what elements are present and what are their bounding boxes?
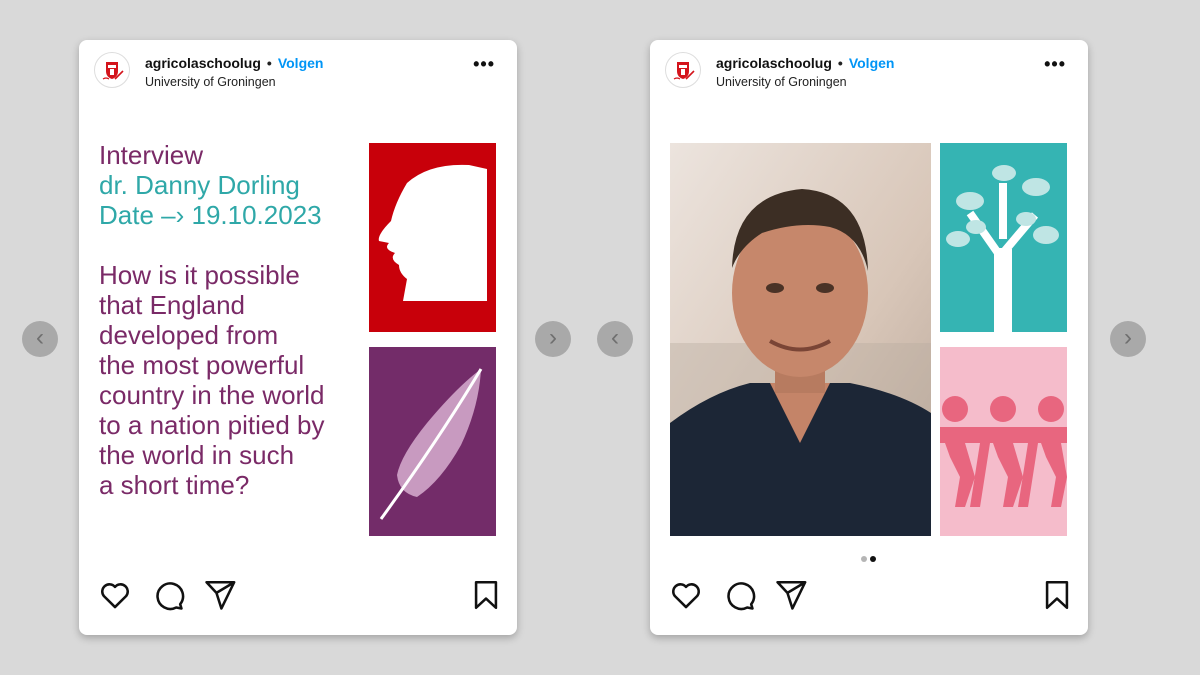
username-row: agricolaschoolug • Volgen [716, 55, 894, 71]
question-line: a short time? [99, 470, 250, 500]
username[interactable]: agricolaschoolug [145, 55, 261, 71]
question-line: the world in such [99, 440, 295, 470]
carousel-dot-active [870, 556, 876, 562]
question-line: to a nation pitied by [99, 410, 325, 440]
interview-date: Date –› 19.10.2023 [99, 200, 322, 230]
heart-icon[interactable] [669, 578, 703, 612]
carousel-dot [861, 556, 867, 562]
username[interactable]: agricolaschoolug [716, 55, 832, 71]
comment-icon[interactable] [151, 578, 185, 612]
avatar[interactable] [665, 52, 701, 88]
location-subtitle[interactable]: University of Groningen [716, 75, 847, 89]
question-line: that England [99, 290, 246, 320]
more-options-icon[interactable]: ••• [1044, 54, 1066, 75]
separator-dot: • [837, 55, 843, 71]
question-line: How is it possible [99, 260, 300, 290]
prev-arrow-right-carousel[interactable]: ‹ [597, 321, 633, 357]
post-card-2: agricolaschoolug • Volgen University of Gr… [650, 40, 1088, 635]
post-header: agricolaschoolug • Volgen University of Gr… [650, 40, 1088, 100]
avatar[interactable] [94, 52, 130, 88]
university-crest-icon [673, 62, 695, 80]
post-actions [650, 578, 1088, 614]
feather-quill-icon [379, 368, 483, 520]
heart-icon[interactable] [98, 578, 132, 612]
location-subtitle[interactable]: University of Groningen [145, 75, 276, 89]
more-options-icon[interactable]: ••• [473, 54, 495, 75]
question-line: the most powerful [99, 350, 305, 380]
question-line: developed from [99, 320, 279, 350]
post-actions [79, 578, 517, 614]
university-crest-icon [102, 62, 124, 80]
next-arrow-right-carousel[interactable]: › [1110, 321, 1146, 357]
prev-arrow-left-carousel[interactable]: ‹ [22, 321, 58, 357]
follow-button[interactable]: Volgen [278, 55, 324, 71]
username-row: agricolaschoolug • Volgen [145, 55, 323, 71]
bookmark-icon[interactable] [1040, 578, 1074, 612]
profile-silhouette-icon [378, 164, 487, 301]
profile-silhouette-tile [369, 143, 496, 332]
bookmark-icon[interactable] [469, 578, 503, 612]
interview-heading: Interview [99, 140, 204, 170]
carousel-indicator [861, 549, 879, 567]
follow-button[interactable]: Volgen [849, 55, 895, 71]
comment-icon[interactable] [722, 578, 756, 612]
guest-name: dr. Danny Dorling [99, 170, 300, 200]
separator-dot: • [266, 55, 272, 71]
paper-people-icon [940, 396, 1067, 507]
share-icon[interactable] [203, 578, 237, 612]
post-header: agricolaschoolug • Volgen University of Gr… [79, 40, 517, 100]
tree-icon [946, 165, 1059, 332]
feather-tile [369, 347, 496, 536]
question-line: country in the world [99, 380, 325, 410]
portrait-photo [670, 143, 931, 536]
tree-tile [940, 143, 1067, 332]
next-arrow-left-carousel[interactable]: › [535, 321, 571, 357]
post-card-1: agricolaschoolug • Volgen University of Gr… [79, 40, 517, 635]
share-icon[interactable] [774, 578, 808, 612]
paper-people-tile [940, 347, 1067, 536]
